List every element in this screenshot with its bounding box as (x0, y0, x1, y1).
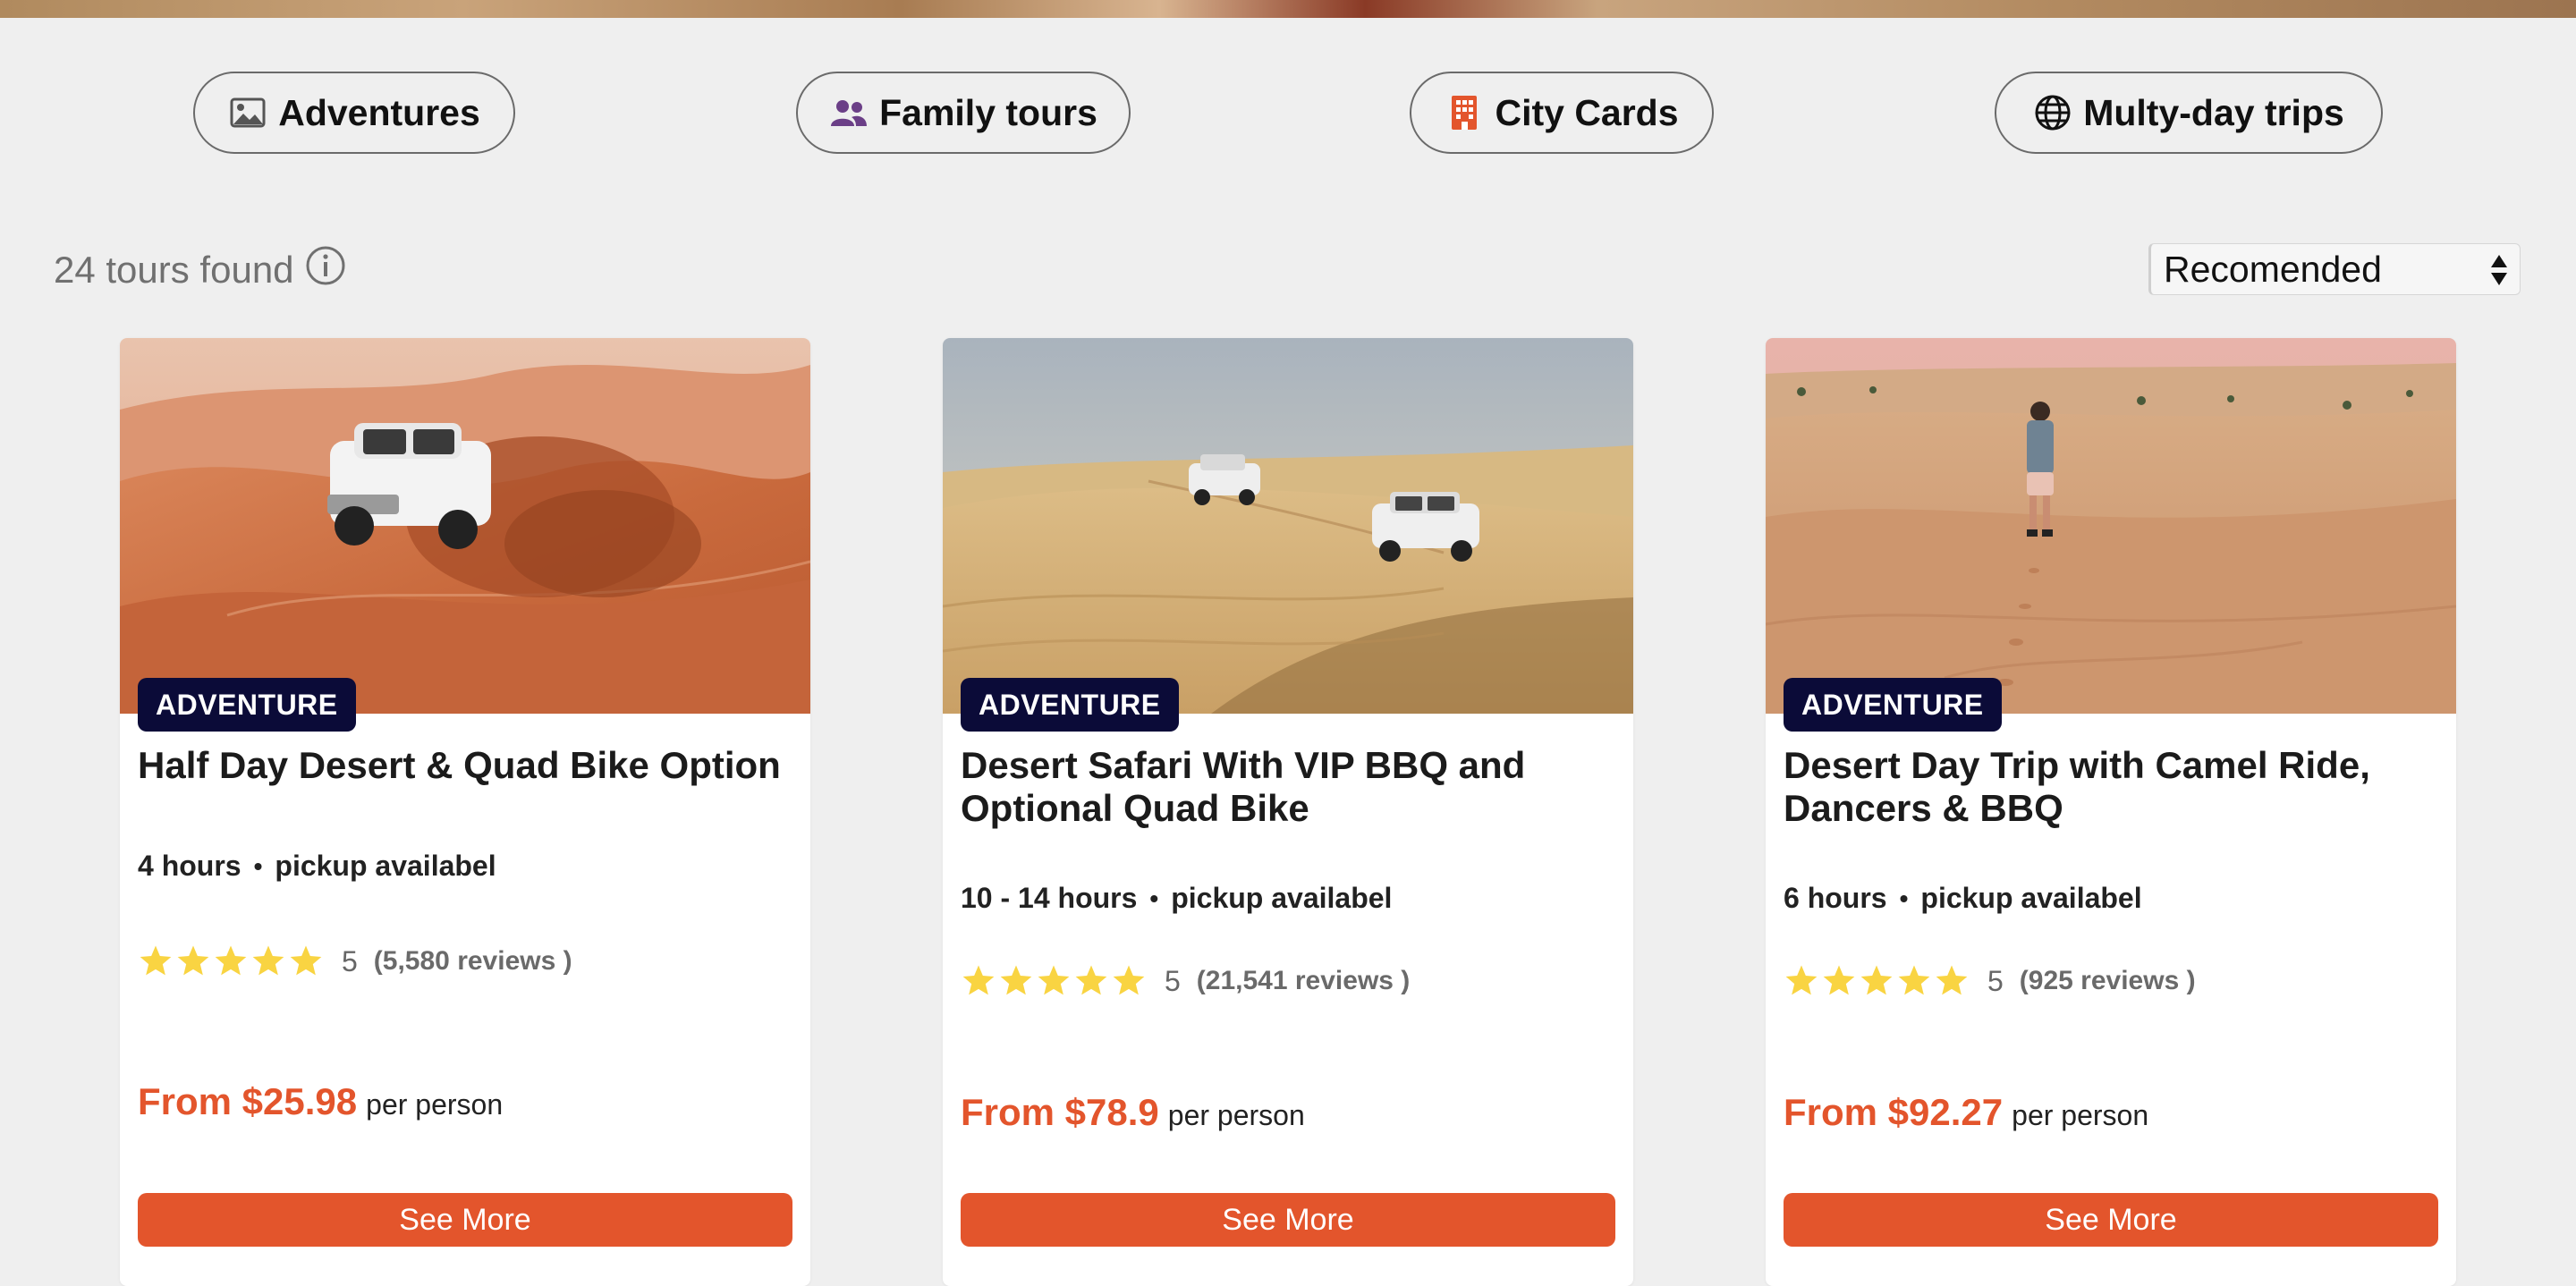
star-icon (1823, 965, 1855, 995)
price-amount: From $78.9 (961, 1091, 1159, 1133)
star-icon (962, 965, 995, 995)
star-icon (177, 945, 209, 976)
star-icon (1785, 965, 1818, 995)
sort-select[interactable]: Recomended (2148, 243, 2521, 295)
tour-title[interactable]: Desert Safari With VIP BBQ and Optional … (961, 744, 1614, 830)
results-count: 24 tours found (54, 245, 346, 295)
star-icon (140, 945, 172, 976)
category-adventures-button[interactable]: Adventures (193, 72, 515, 154)
tour-rating: 5 (21,541 reviews ) (961, 959, 1410, 1003)
category-multi-day-trips-button[interactable]: Multy-day trips (1995, 72, 2383, 154)
star-icon (1936, 965, 1968, 995)
tour-photo[interactable] (1766, 338, 2456, 714)
tour-price: From $92.27 per person (1784, 1091, 2148, 1134)
price-unit: per person (1167, 1099, 1305, 1131)
see-more-button[interactable]: See More (961, 1193, 1615, 1247)
tour-rating: 5 (925 reviews ) (1784, 959, 2196, 1003)
star-icon (1038, 965, 1070, 995)
info-icon[interactable] (305, 245, 346, 295)
tour-pickup: pickup availabel (1171, 882, 1393, 914)
star-rating (1784, 963, 1970, 999)
tour-title[interactable]: Desert Day Trip with Camel Ride, Dancers… (1784, 744, 2436, 830)
star-icon (290, 945, 322, 976)
sort-selected-value: Recomended (2164, 248, 2382, 290)
category-badge: ADVENTURE (138, 678, 356, 732)
tour-pickup: pickup availabel (1920, 882, 2142, 914)
star-icon (252, 945, 284, 976)
category-badge: ADVENTURE (961, 678, 1179, 732)
star-icon (1000, 965, 1032, 995)
tour-meta: 6 hours • pickup availabel (1784, 882, 2142, 915)
image-icon (228, 93, 267, 132)
separator-dot: • (1899, 884, 1909, 912)
review-count[interactable]: (5,580 reviews ) (374, 946, 572, 977)
tour-card[interactable]: ADVENTURE Desert Day Trip with Camel Rid… (1766, 338, 2456, 1286)
star-icon (1075, 965, 1107, 995)
tour-price: From $25.98 per person (138, 1080, 503, 1123)
rating-score: 5 (342, 944, 358, 977)
tour-rating: 5 (5,580 reviews ) (138, 939, 572, 984)
tour-duration: 10 - 14 hours (961, 882, 1138, 914)
price-amount: From $25.98 (138, 1080, 358, 1122)
see-more-button[interactable]: See More (138, 1193, 792, 1247)
tour-title[interactable]: Half Day Desert & Quad Bike Option (138, 744, 791, 787)
price-unit: per person (366, 1088, 504, 1121)
tour-meta: 4 hours • pickup availabel (138, 850, 496, 883)
building-icon (1445, 93, 1484, 132)
tour-duration: 6 hours (1784, 882, 1887, 914)
star-icon (1898, 965, 1930, 995)
tour-price: From $78.9 per person (961, 1091, 1305, 1134)
star-icon (1860, 965, 1893, 995)
tour-photo[interactable] (943, 338, 1633, 714)
tour-pickup: pickup availabel (275, 850, 496, 882)
users-icon (829, 93, 869, 132)
globe-icon (2033, 93, 2072, 132)
review-count[interactable]: (21,541 reviews ) (1197, 966, 1411, 996)
category-label: City Cards (1495, 91, 1679, 133)
star-rating (138, 943, 324, 979)
star-icon (1113, 965, 1145, 995)
results-count-text: 24 tours found (54, 249, 294, 291)
hero-image-strip (0, 0, 2576, 18)
category-label: Family tours (879, 91, 1097, 133)
tour-card[interactable]: ADVENTURE Half Day Desert & Quad Bike Op… (120, 338, 810, 1286)
rating-score: 5 (1165, 964, 1181, 997)
tour-card[interactable]: ADVENTURE Desert Safari With VIP BBQ and… (943, 338, 1633, 1286)
select-arrows-icon (2487, 251, 2511, 289)
tour-meta: 10 - 14 hours • pickup availabel (961, 882, 1392, 915)
price-amount: From $92.27 (1784, 1091, 2004, 1133)
tour-duration: 4 hours (138, 850, 242, 882)
rating-score: 5 (1987, 964, 2004, 997)
tour-photo[interactable] (120, 338, 810, 714)
category-city-cards-button[interactable]: City Cards (1410, 72, 1714, 154)
star-rating (961, 963, 1147, 999)
see-more-button[interactable]: See More (1784, 1193, 2438, 1247)
category-badge: ADVENTURE (1784, 678, 2002, 732)
separator-dot: • (1149, 884, 1159, 912)
separator-dot: • (253, 851, 263, 880)
review-count[interactable]: (925 reviews ) (2020, 966, 2196, 996)
category-family-tours-button[interactable]: Family tours (796, 72, 1131, 154)
category-label: Multy-day trips (2083, 91, 2344, 133)
star-icon (215, 945, 247, 976)
price-unit: per person (2012, 1099, 2149, 1131)
category-label: Adventures (278, 91, 480, 133)
